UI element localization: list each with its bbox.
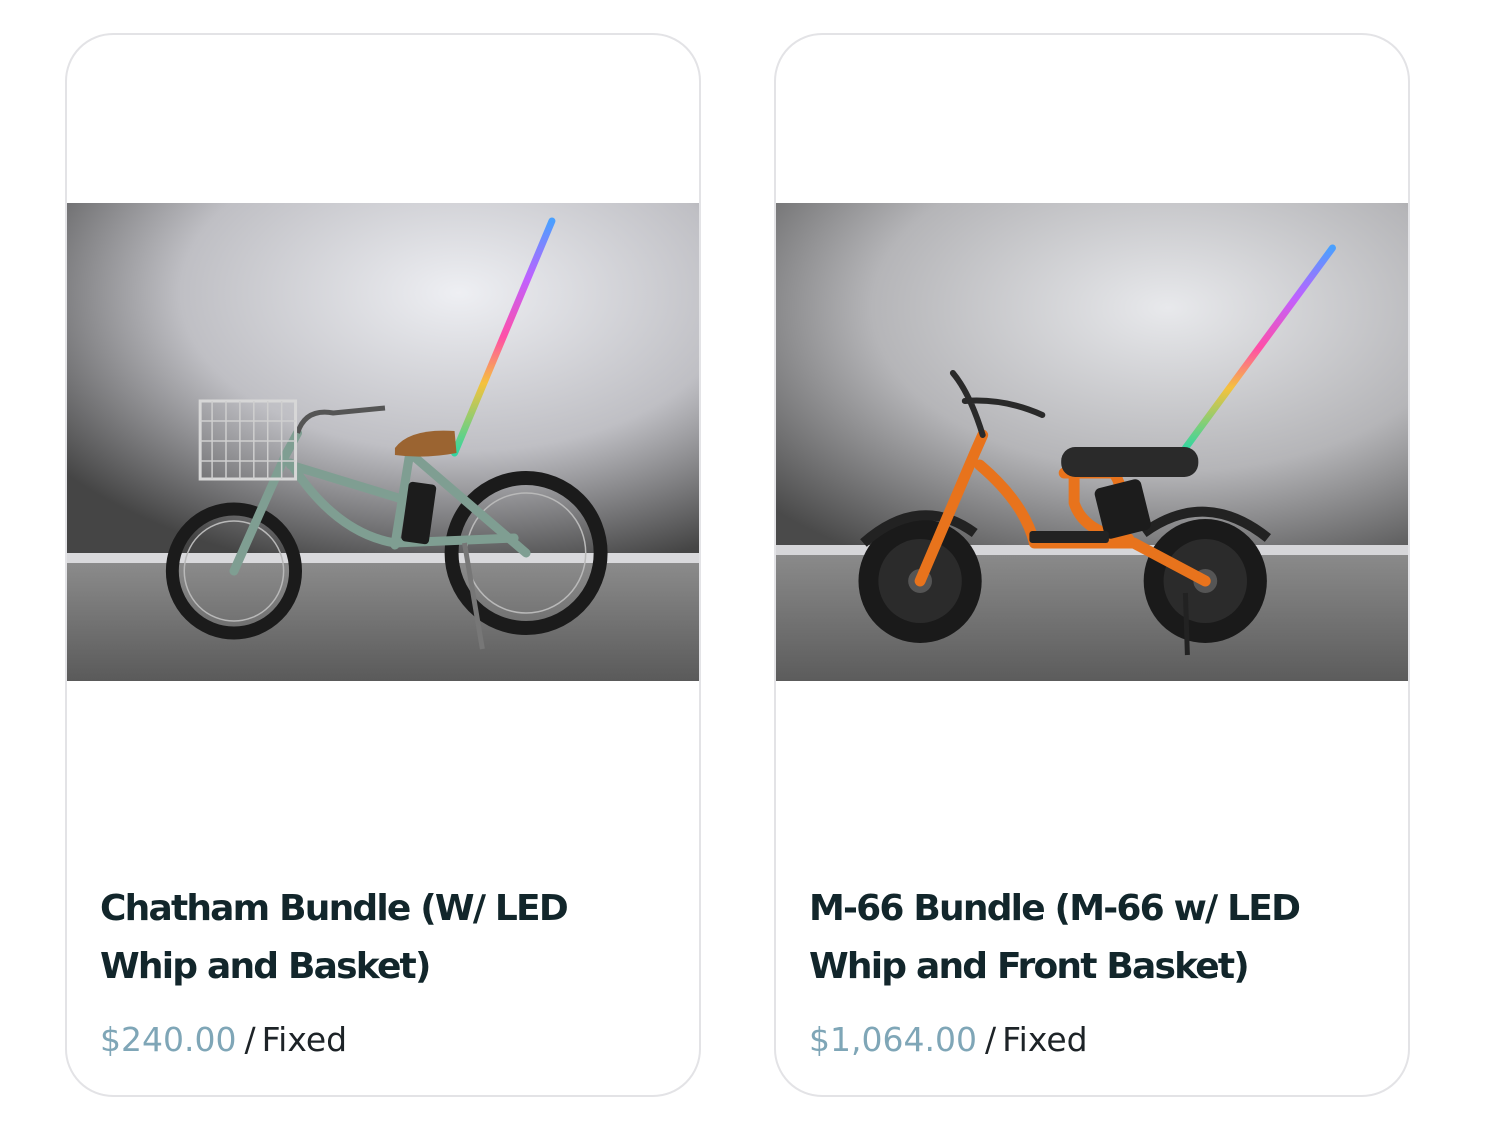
price-line: $240.00/Fixed — [100, 1020, 347, 1060]
product-card[interactable]: Chatham Bundle (W/ LED Whip and Basket) … — [65, 33, 701, 1097]
price-line: $1,064.00/Fixed — [809, 1020, 1088, 1060]
bicycle-photo-icon[interactable] — [67, 203, 699, 681]
product-title[interactable]: Chatham Bundle (W/ LED Whip and Basket) — [100, 880, 660, 996]
ebike-photo-icon[interactable] — [776, 203, 1408, 681]
product-price: $240.00 — [100, 1020, 237, 1059]
product-card[interactable]: M-66 Bundle (M-66 w/ LED Whip and Front … — [774, 33, 1410, 1097]
price-separator: / — [244, 1020, 256, 1059]
product-price: $1,064.00 — [809, 1020, 977, 1059]
price-separator: / — [984, 1020, 997, 1059]
price-type: Fixed — [1002, 1020, 1088, 1059]
product-title[interactable]: M-66 Bundle (M-66 w/ LED Whip and Front … — [809, 880, 1369, 996]
price-type: Fixed — [261, 1020, 348, 1059]
